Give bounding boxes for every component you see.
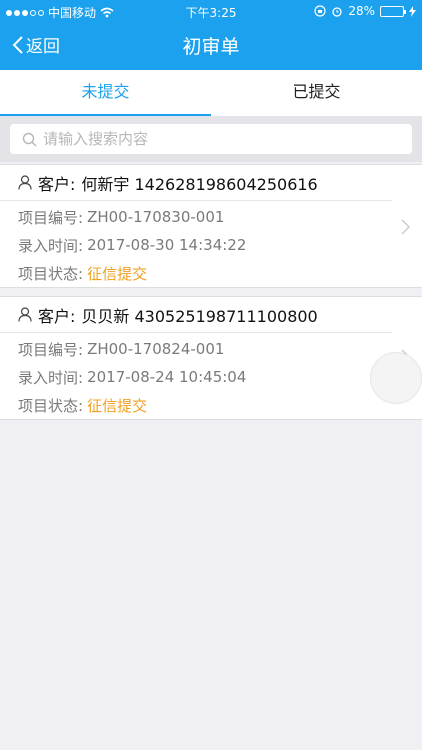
project-number-row: 项目编号: ZH00-170824-001 — [0, 335, 422, 363]
rotation-lock-icon — [314, 5, 326, 17]
customer-line: 客户: 何新宇 142628198604250616 — [0, 165, 392, 201]
battery-icon — [380, 5, 406, 17]
tab-unsubmitted[interactable]: 未提交 — [0, 70, 211, 116]
field-label: 录入时间: — [18, 236, 84, 255]
customer-label: 客户: — [38, 306, 76, 326]
search-icon — [22, 132, 37, 146]
page-title: 初审单 — [182, 36, 240, 58]
user-icon — [18, 175, 32, 190]
tab-bar: 未提交 已提交 — [0, 70, 422, 116]
list-item[interactable]: 客户: 何新宇 142628198604250616 项目编号: ZH00-17… — [0, 164, 422, 288]
status-bar: 中国移动 下午3:25 28% — [0, 0, 422, 22]
user-icon — [18, 307, 32, 322]
battery-percent: 28% — [348, 4, 375, 18]
project-number-row: 项目编号: ZH00-170830-001 — [0, 203, 422, 231]
status-bar-right: 28% — [314, 4, 416, 18]
nav-bar: 返回 初审单 — [0, 22, 422, 70]
entry-time-row: 录入时间: 2017-08-24 10:45:04 — [0, 363, 422, 391]
status-badge: 征信提交 — [87, 396, 148, 415]
field-label: 录入时间: — [18, 368, 84, 387]
search-input[interactable] — [43, 130, 412, 148]
list-item[interactable]: 客户: 贝贝新 430525198711100800 项目编号: ZH00-17… — [0, 296, 422, 420]
customer-name-id: 何新宇 142628198604250616 — [81, 174, 318, 194]
project-status-row: 项目状态: 征信提交 — [0, 259, 422, 287]
project-number: ZH00-170830-001 — [87, 208, 225, 226]
assistive-touch-button[interactable] — [370, 352, 422, 404]
entry-time: 2017-08-30 14:34:22 — [87, 236, 247, 254]
project-number: ZH00-170824-001 — [87, 340, 225, 358]
entry-time-row: 录入时间: 2017-08-30 14:34:22 — [0, 231, 422, 259]
field-label: 项目编号: — [18, 340, 84, 359]
status-badge: 征信提交 — [87, 264, 148, 283]
field-label: 项目状态: — [18, 264, 84, 283]
chevron-right-icon — [401, 219, 410, 235]
entry-time: 2017-08-24 10:45:04 — [87, 368, 247, 386]
app-header: 中国移动 下午3:25 28% 返回 初审单 — [0, 0, 422, 70]
project-status-row: 项目状态: 征信提交 — [0, 391, 422, 419]
charging-icon — [409, 5, 416, 17]
customer-name-id: 贝贝新 430525198711100800 — [81, 306, 318, 326]
alarm-icon — [332, 7, 342, 17]
field-label: 项目状态: — [18, 396, 84, 415]
customer-line: 客户: 贝贝新 430525198711100800 — [0, 297, 392, 333]
customer-label: 客户: — [38, 174, 76, 194]
field-label: 项目编号: — [18, 208, 84, 227]
search-box — [10, 124, 412, 154]
search-bar — [0, 116, 422, 162]
tab-submitted[interactable]: 已提交 — [211, 70, 422, 116]
